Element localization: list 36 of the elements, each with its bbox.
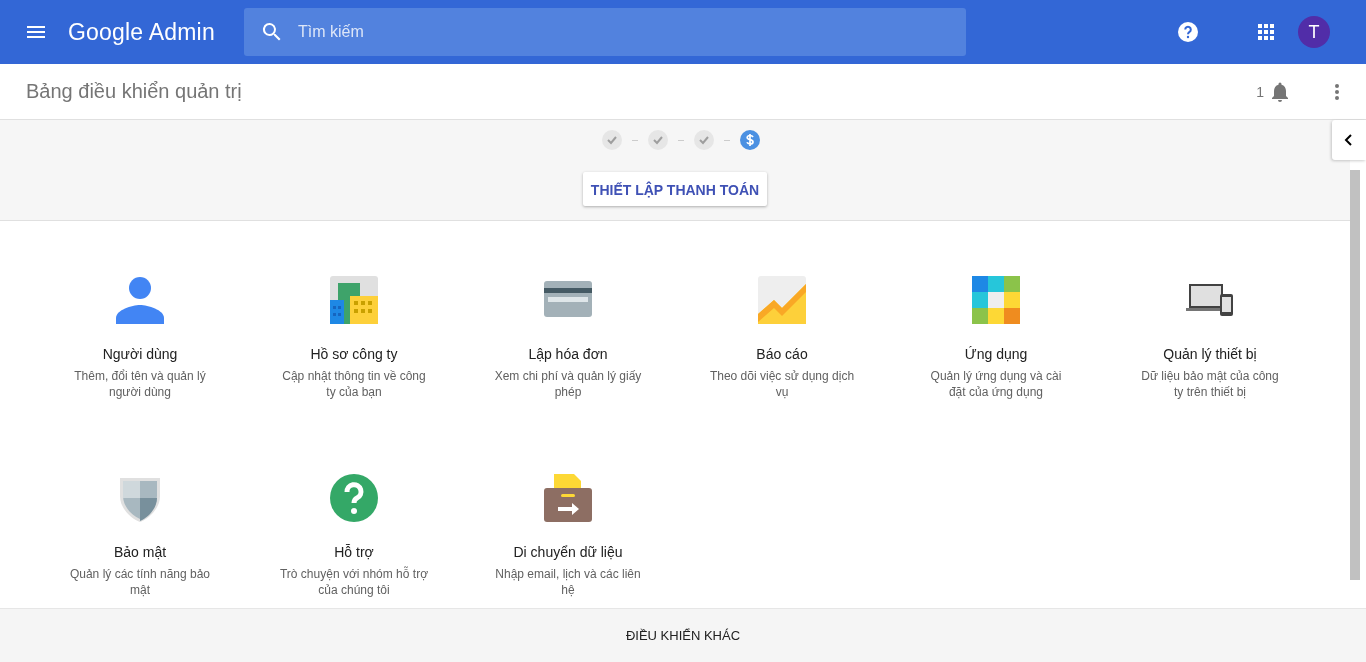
more-options-icon[interactable] [1335,83,1339,100]
card-description: Xem chi phí và quản lý giấy phép [493,368,643,400]
notification-count: 1 [1256,83,1264,100]
card-title[interactable]: Hồ sơ công ty [310,346,398,362]
card-description: Cập nhật thông tin về công ty của bạn [281,368,427,400]
search-input[interactable]: Tìm kiếm [296,22,966,42]
card-title[interactable]: Báo cáo [756,346,808,362]
setup-billing-button[interactable]: THIẾT LẬP THANH TOÁN [582,172,768,206]
person-icon[interactable] [116,276,164,324]
help-icon[interactable] [330,474,378,522]
card-title[interactable]: Lập hóa đơn [528,346,608,362]
card-description: Theo dõi việc sử dụng dịch vụ [708,368,856,400]
scrollbar[interactable] [1350,170,1360,580]
help-icon[interactable] [1176,20,1200,44]
product-logo[interactable]: Google Admin [68,18,244,46]
chevron-left-icon [1343,134,1355,146]
more-controls-button[interactable]: ĐIỀU KHIỂN KHÁC [617,620,749,651]
card-title[interactable]: Di chuyển dữ liệu [513,544,623,560]
card-description: Trò chuyện với nhóm hỗ trợ của chúng tôi [279,566,429,598]
tiles-icon[interactable] [972,276,1020,324]
card-description: Nhập email, lịch và các liên hệ [494,566,642,598]
card-description: Thêm, đổi tên và quản lý người dùng [73,368,207,400]
card-title[interactable]: Quản lý thiết bị [1163,346,1257,362]
collapse-panel-button[interactable] [1332,120,1366,160]
buildings-icon[interactable] [330,276,378,324]
card-description: Dữ liệu bảo mật của công ty trên thiết bị [1140,368,1280,400]
card-title[interactable]: Ứng dụng [964,346,1028,362]
card-description: Quản lý các tính năng bảo mật [68,566,212,598]
card-title[interactable]: Người dùng [102,346,178,362]
card-description: Quản lý ứng dụng và cài đặt của ứng dụng [929,368,1063,400]
card-title[interactable]: Hỗ trợ [334,544,374,560]
search-field[interactable]: Tìm kiếm [244,8,966,56]
account-avatar[interactable]: T [1298,16,1330,48]
archive-box-icon[interactable] [544,474,592,522]
card-title[interactable]: Bảo mật [113,544,167,560]
page-title: Bảng điều khiển quản trị [26,80,243,103]
